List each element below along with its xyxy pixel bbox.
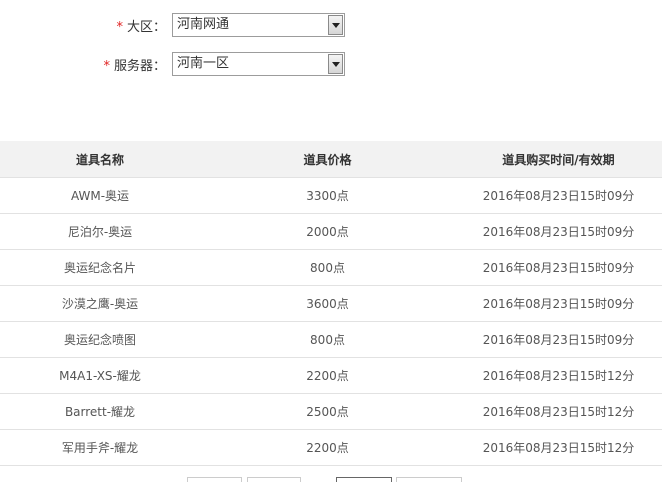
column-header-time: 道具购买时间/有效期 <box>455 141 662 178</box>
header-row: 道具名称 道具价格 道具购买时间/有效期 <box>0 141 662 178</box>
pagination-button[interactable] <box>187 477 242 482</box>
region-label: 大区： <box>126 19 166 35</box>
table-row: 沙漠之鹰-奥运 3600点 2016年08月23日15时09分 <box>0 285 662 322</box>
region-label-wrap: * 大区： <box>0 16 172 35</box>
cell-item-time: 2016年08月23日15时12分 <box>455 393 662 430</box>
purchase-history-page: * 大区： 河南网通 * 服务器： 河南一区 道具名称 道具价格 道具购买时间/有效… <box>0 0 662 482</box>
cell-item-price: 2200点 <box>200 429 455 466</box>
pagination-button[interactable] <box>396 477 462 482</box>
server-select[interactable]: 河南一区 <box>172 52 345 76</box>
table-row: 奥运纪念喷图 800点 2016年08月23日15时09分 <box>0 321 662 358</box>
table-row: Barrett-耀龙 2500点 2016年08月23日15时12分 <box>0 393 662 430</box>
cell-item-time: 2016年08月23日15时12分 <box>455 429 662 466</box>
chevron-down-icon[interactable] <box>328 54 343 74</box>
cell-item-price: 3600点 <box>200 285 455 322</box>
cell-item-time: 2016年08月23日15时12分 <box>455 357 662 394</box>
chevron-down-icon[interactable] <box>328 15 343 35</box>
server-label-wrap: * 服务器： <box>0 55 172 74</box>
server-select-value: 河南一区 <box>177 56 230 71</box>
item-table: 道具名称 道具价格 道具购买时间/有效期 AWM-奥运 3300点 2016年0… <box>0 141 662 466</box>
cell-item-name: 沙漠之鹰-奥运 <box>0 285 200 322</box>
column-header-price: 道具价格 <box>200 141 455 178</box>
column-header-name: 道具名称 <box>0 141 200 178</box>
table-row: 尼泊尔-奥运 2000点 2016年08月23日15时09分 <box>0 213 662 250</box>
cell-item-name: AWM-奥运 <box>0 177 200 214</box>
cell-item-name: 军用手斧-耀龙 <box>0 429 200 466</box>
cell-item-time: 2016年08月23日15时09分 <box>455 249 662 286</box>
required-mark: * <box>103 58 110 74</box>
pagination-button[interactable] <box>247 477 301 482</box>
server-label: 服务器： <box>113 58 166 74</box>
server-row: * 服务器： 河南一区 <box>0 52 345 76</box>
cell-item-time: 2016年08月23日15时09分 <box>455 213 662 250</box>
cell-item-price: 800点 <box>200 249 455 286</box>
table-row: 奥运纪念名片 800点 2016年08月23日15时09分 <box>0 249 662 286</box>
region-select[interactable]: 河南网通 <box>172 13 345 37</box>
table-body: AWM-奥运 3300点 2016年08月23日15时09分 尼泊尔-奥运 20… <box>0 177 662 466</box>
table-row: 军用手斧-耀龙 2200点 2016年08月23日15时12分 <box>0 429 662 466</box>
cell-item-price: 3300点 <box>200 177 455 214</box>
required-mark: * <box>116 19 123 35</box>
cell-item-price: 2200点 <box>200 357 455 394</box>
cell-item-name: 奥运纪念名片 <box>0 249 200 286</box>
region-select-value: 河南网通 <box>177 17 230 32</box>
cell-item-time: 2016年08月23日15时09分 <box>455 321 662 358</box>
cell-item-name: 尼泊尔-奥运 <box>0 213 200 250</box>
cell-item-time: 2016年08月23日15时09分 <box>455 177 662 214</box>
cell-item-name: M4A1-XS-耀龙 <box>0 357 200 394</box>
table-header: 道具名称 道具价格 道具购买时间/有效期 <box>0 141 662 178</box>
cell-item-name: 奥运纪念喷图 <box>0 321 200 358</box>
cell-item-price: 2000点 <box>200 213 455 250</box>
table-row: AWM-奥运 3300点 2016年08月23日15时09分 <box>0 177 662 214</box>
cell-item-time: 2016年08月23日15时09分 <box>455 285 662 322</box>
region-row: * 大区： 河南网通 <box>0 13 345 37</box>
cell-item-price: 800点 <box>200 321 455 358</box>
cell-item-price: 2500点 <box>200 393 455 430</box>
pagination-button-current[interactable] <box>336 477 392 482</box>
cell-item-name: Barrett-耀龙 <box>0 393 200 430</box>
table-row: M4A1-XS-耀龙 2200点 2016年08月23日15时12分 <box>0 357 662 394</box>
